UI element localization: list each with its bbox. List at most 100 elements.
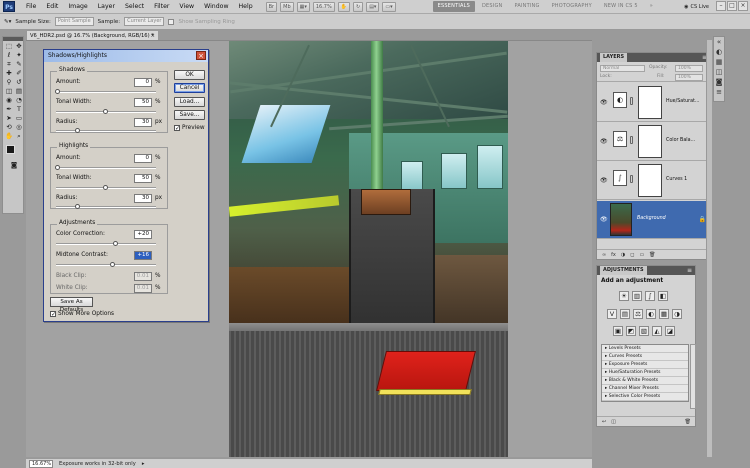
highlights-tonal-width-input[interactable]: 50 (134, 174, 152, 183)
preview-checkbox[interactable]: ✓ (174, 125, 180, 132)
preset-hue-saturation[interactable]: ▸ Hue/Saturation Presets (602, 369, 688, 377)
menu-filter[interactable]: Filter (149, 0, 174, 14)
gradient-tool-icon[interactable]: ▤ (14, 87, 24, 96)
layer-row[interactable]: 👁 ⚖ Color Bala... (597, 123, 711, 161)
eye-icon[interactable]: 👁 (600, 99, 608, 106)
show-ring-checkbox[interactable] (168, 18, 175, 25)
workspace-essentials[interactable]: ESSENTIALS (432, 1, 475, 12)
rotate-view-button[interactable]: ↻ (352, 1, 364, 12)
workspace-more-button[interactable]: » (645, 1, 658, 12)
highlights-amount-input[interactable]: 0 (134, 154, 152, 163)
hue-saturation-icon[interactable]: ▤ (620, 309, 630, 319)
vibrance-icon[interactable]: V (607, 309, 617, 319)
3d-rotate-tool-icon[interactable]: ⟲ (4, 123, 14, 132)
midtone-contrast-input[interactable]: +16 (134, 251, 152, 260)
layer-name[interactable]: Color Bala... (666, 138, 695, 143)
dialog-close-icon[interactable]: × (196, 51, 206, 60)
adjustment-layer-icon[interactable]: ◻ (630, 252, 634, 258)
document-vertical-scrollbar[interactable] (706, 40, 712, 457)
background-thumbnail[interactable] (610, 203, 632, 236)
sample-size-select[interactable]: Point Sample (54, 17, 94, 26)
layer-name[interactable]: Background (637, 216, 666, 221)
save-button[interactable]: Save... (174, 110, 205, 120)
layer-name[interactable]: Curves 1 (666, 177, 687, 182)
highlights-amount-slider-thumb[interactable] (55, 165, 60, 170)
bridge-button[interactable]: Br (265, 1, 278, 12)
masks-panel-icon[interactable]: ◙ (714, 77, 724, 87)
preset-selective-color[interactable]: ▸ Selective Color Presets (602, 393, 688, 401)
highlights-amount-slider[interactable] (56, 167, 156, 169)
sample-select[interactable]: Current Layer (124, 17, 165, 26)
arrange-documents-dropdown[interactable]: ▤▾ (366, 1, 380, 12)
shadows-amount-input[interactable]: 0 (134, 78, 152, 87)
posterize-icon[interactable]: ◩ (626, 326, 636, 336)
close-icon[interactable]: × (738, 1, 748, 11)
highlights-radius-input[interactable]: 30 (134, 194, 152, 203)
invert-icon[interactable]: ▣ (613, 326, 623, 336)
3d-orbit-tool-icon[interactable]: ◎ (14, 123, 24, 132)
layers-tab[interactable]: LAYERS (600, 53, 628, 62)
highlights-radius-slider[interactable] (56, 206, 156, 208)
link-layers-icon[interactable]: ∞ (602, 252, 606, 258)
shadows-tonal-width-slider-thumb[interactable] (103, 109, 108, 114)
color-correction-slider[interactable] (56, 243, 156, 245)
black-white-icon[interactable]: ◐ (646, 309, 656, 319)
shadows-radius-slider[interactable] (56, 130, 156, 132)
zoom-field[interactable]: 16.67% (29, 459, 53, 468)
layer-row[interactable]: 👁 ∫ Curves 1 (597, 162, 711, 200)
highlights-radius-slider-thumb[interactable] (75, 204, 80, 209)
threshold-icon[interactable]: ▧ (639, 326, 649, 336)
eye-icon[interactable]: 👁 (600, 177, 608, 184)
move-tool-icon[interactable]: ✥ (14, 42, 24, 51)
midtone-contrast-slider-thumb[interactable] (110, 262, 115, 267)
type-tool-icon[interactable]: T (14, 105, 24, 114)
presets-scrollbar[interactable] (690, 344, 696, 409)
trash-icon[interactable]: 🗑 (685, 419, 691, 425)
workspace-design[interactable]: DESIGN (477, 1, 507, 12)
layer-mask-thumbnail[interactable] (638, 164, 662, 197)
cs-live-button[interactable]: ◉ CS Live (681, 2, 712, 12)
history-brush-tool-icon[interactable]: ↺ (14, 78, 24, 87)
zoom-tool-icon[interactable]: ⌕ (14, 132, 24, 141)
menu-image[interactable]: Image (63, 0, 92, 14)
add-mask-icon[interactable]: ◑ (621, 252, 625, 258)
menu-select[interactable]: Select (120, 0, 149, 14)
clone-stamp-tool-icon[interactable]: ⚲ (4, 78, 14, 87)
color-correction-slider-thumb[interactable] (113, 241, 118, 246)
highlights-tonal-width-slider-thumb[interactable] (103, 185, 108, 190)
marquee-tool-icon[interactable]: ⬚ (4, 42, 14, 51)
channels-panel-icon[interactable]: ≡ (714, 87, 724, 97)
layer-style-icon[interactable]: fx (611, 252, 616, 258)
fill-input[interactable]: 100% (675, 74, 703, 81)
show-more-options-checkbox[interactable]: ✓ (50, 311, 56, 318)
pen-tool-icon[interactable]: ✒ (4, 105, 14, 114)
color-panel-icon[interactable]: ◐ (714, 47, 724, 57)
menu-file[interactable]: File (21, 0, 41, 14)
new-layer-icon[interactable]: ▭ (639, 252, 644, 258)
levels-icon[interactable]: ▥ (632, 291, 642, 301)
blend-mode-select[interactable]: Normal (600, 65, 645, 72)
path-select-tool-icon[interactable]: ➤ (4, 114, 14, 123)
photo-filter-icon[interactable]: ▦ (659, 309, 669, 319)
blur-tool-icon[interactable]: ◉ (4, 96, 14, 105)
gradient-map-icon[interactable]: ◭ (652, 326, 662, 336)
dodge-tool-icon[interactable]: ◔ (14, 96, 24, 105)
white-clip-input[interactable]: 0.01 (134, 284, 152, 293)
midtone-contrast-slider[interactable] (56, 264, 156, 266)
selective-color-icon[interactable]: ◪ (665, 326, 675, 336)
document-tab[interactable]: V6_HDR2.psd @ 16.7% (Background, RGB/16)… (26, 30, 159, 40)
minimize-icon[interactable]: – (716, 1, 726, 11)
ok-button[interactable]: OK (174, 70, 205, 80)
document-close-icon[interactable]: × (151, 31, 155, 40)
color-correction-input[interactable]: +20 (134, 230, 152, 239)
channel-mixer-icon[interactable]: ◑ (672, 309, 682, 319)
quick-mask-icon[interactable]: ◙ (9, 161, 19, 170)
clip-icon[interactable]: ◫ (611, 419, 616, 425)
eye-icon[interactable]: 👁 (600, 138, 608, 145)
dialog-title-bar[interactable]: Shadows/Highlights × (44, 50, 208, 62)
foreground-color-swatch[interactable] (6, 145, 15, 154)
eraser-tool-icon[interactable]: ◫ (4, 87, 14, 96)
healing-brush-tool-icon[interactable]: ✚ (4, 69, 14, 78)
return-icon[interactable]: ↩ (602, 419, 606, 425)
lasso-tool-icon[interactable]: ℓ (4, 51, 14, 60)
